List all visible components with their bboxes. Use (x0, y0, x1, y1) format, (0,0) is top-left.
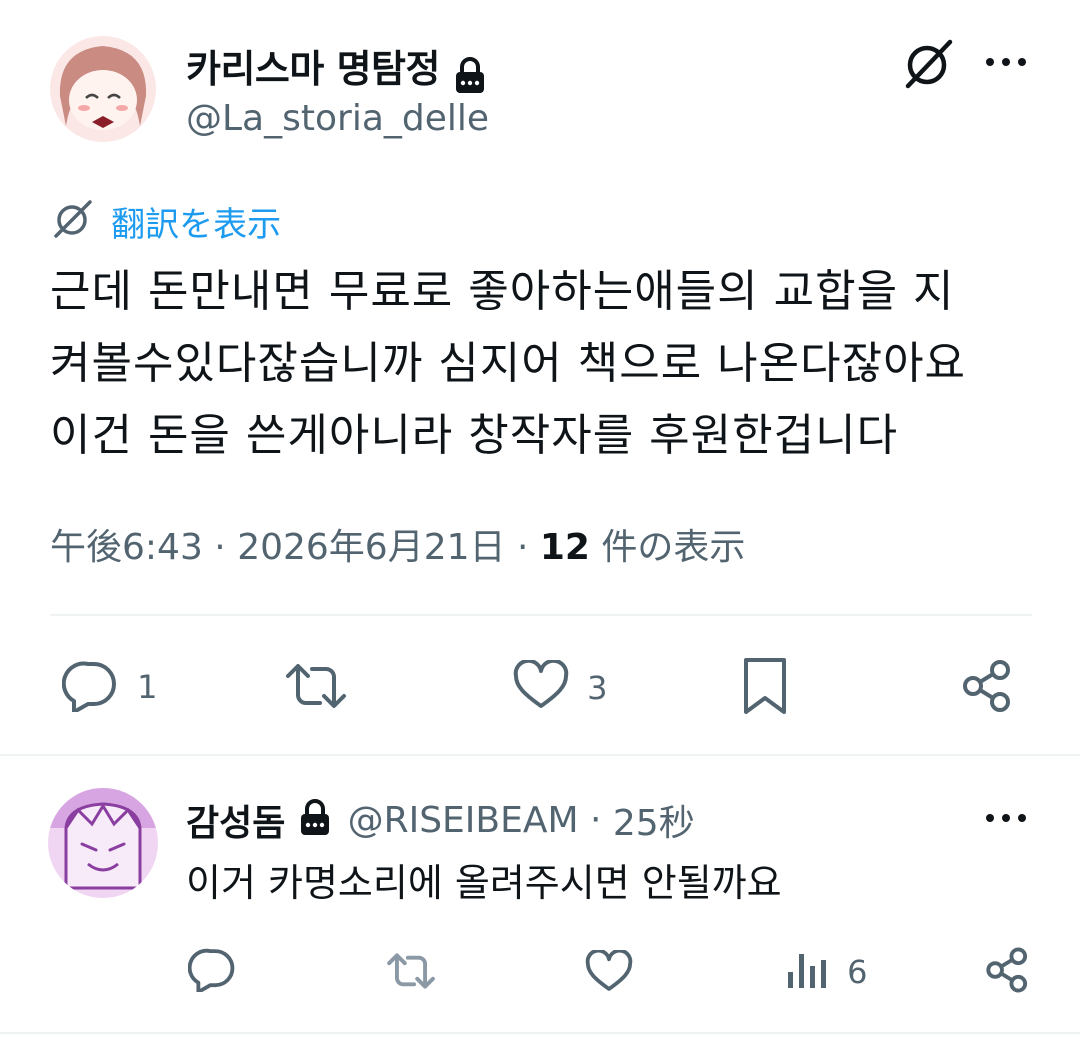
tweet-text-line: 이건 돈을 쓴게아니라 창작자를 후원한겁니다 (50, 410, 899, 461)
lock-icon (453, 56, 487, 99)
like-count: 3 (587, 669, 608, 707)
views-label: 件の表示 (589, 527, 746, 568)
like-icon (512, 658, 570, 716)
tweet-text-line: 켜볼수있다잖습니까 심지어 책으로 나온다잖아요 (50, 338, 967, 389)
meta-separator: · (505, 527, 540, 568)
reply-retweet-button[interactable] (386, 950, 436, 996)
reply-display-name[interactable]: 감성돔 (186, 803, 285, 844)
more-icon[interactable] (984, 52, 1028, 72)
lock-icon (298, 799, 332, 841)
reply-avatar-image (48, 788, 158, 898)
reply-avatar[interactable] (48, 788, 158, 898)
divider (0, 1032, 1080, 1034)
retweet-icon (387, 953, 435, 989)
like-button[interactable]: 3 (512, 658, 608, 716)
translate-icon (50, 196, 96, 246)
retweet-icon (286, 664, 346, 708)
translate-link[interactable]: 翻訳を表示 (50, 196, 282, 246)
tweet-text-line: 근데 돈만내면 무료로 좋아하는애들의 교합을 지 (50, 266, 955, 317)
reply-button[interactable]: 1 (61, 658, 158, 716)
views-icon (786, 950, 828, 994)
bookmark-icon (744, 658, 786, 714)
like-icon (585, 948, 633, 991)
reply-like-button[interactable] (584, 948, 634, 998)
reply-icon (61, 658, 118, 716)
display-name[interactable]: 카리스마 명탐정 (186, 47, 440, 91)
reply-time[interactable]: 25秒 (613, 803, 695, 844)
divider (0, 754, 1080, 756)
views-count[interactable]: 12 (540, 527, 590, 568)
tweet-meta: 午後6:43 · 2026年6月21日 · 12 件の表示 (50, 518, 745, 570)
reply-icon (187, 948, 235, 994)
reply-handle[interactable]: @RISEIBEAM (348, 800, 579, 841)
share-button[interactable] (960, 658, 1016, 718)
more-icon[interactable] (984, 808, 1028, 828)
reply-count: 1 (137, 668, 158, 706)
reply-views-count: 6 (847, 953, 868, 991)
tweet-time[interactable]: 午後6:43 (50, 527, 203, 568)
reply-text: 이거 카명소리에 올려주시면 안될까요 (186, 861, 782, 905)
meta-separator: · (202, 527, 238, 568)
share-icon (986, 947, 1028, 993)
reply-views-button[interactable]: 6 (786, 950, 867, 996)
handle[interactable]: @La_storia_delle (186, 98, 489, 139)
bookmark-button[interactable] (742, 656, 788, 720)
tweet-text: 근데 돈만내면 무료로 좋아하는애들의 교합을 지 켜볼수있다잖습니까 심지어 … (50, 256, 1050, 472)
avatar[interactable] (50, 36, 156, 142)
share-icon (963, 660, 1010, 712)
avatar-image (50, 36, 156, 142)
reply-reply-button[interactable] (187, 946, 236, 996)
meta-separator: · (578, 799, 613, 841)
grok-icon[interactable] (900, 36, 956, 92)
reply-share-button[interactable] (984, 946, 1032, 998)
translate-label: 翻訳を表示 (111, 204, 282, 245)
retweet-button[interactable] (284, 660, 348, 716)
divider (50, 614, 1032, 616)
tweet-date[interactable]: 2026年6月21日 (237, 527, 505, 568)
